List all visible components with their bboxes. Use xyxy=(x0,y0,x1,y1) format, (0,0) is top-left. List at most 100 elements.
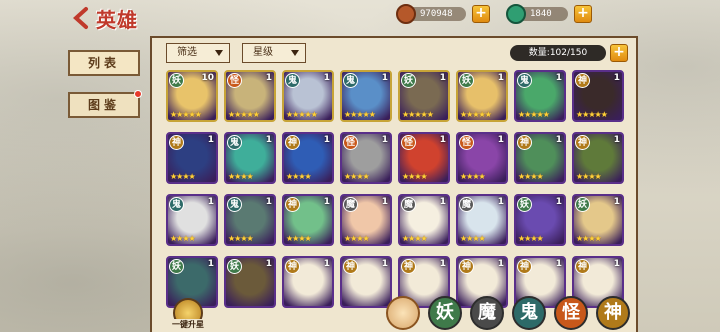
faction-badge: 妖 xyxy=(401,73,416,88)
hero-card[interactable]: 妖1 xyxy=(224,256,276,308)
hero-level: 1 xyxy=(207,135,214,145)
hero-card[interactable]: 魔 1 ★★★★ xyxy=(340,194,392,246)
faction-badge: 怪 xyxy=(227,73,242,88)
hero-level: 1 xyxy=(439,259,446,269)
filter-label: 筛选 xyxy=(177,47,197,58)
hero-level: 1 xyxy=(265,73,272,83)
faction-badge: 怪 xyxy=(459,135,474,150)
hero-level: 1 xyxy=(381,259,388,269)
all-factions-icon[interactable] xyxy=(386,296,420,330)
faction-badge: 神 xyxy=(169,135,184,150)
star-rating: ★★★★★ xyxy=(170,110,202,119)
star-rating: ★★★★ xyxy=(228,234,254,243)
hero-card[interactable]: 神 1 ★★★★ xyxy=(166,132,218,184)
star-rating: ★★★★★ xyxy=(460,110,492,119)
faction-badge: 神 xyxy=(343,259,358,274)
hero-level: 1 xyxy=(555,73,562,83)
hero-level: 1 xyxy=(265,135,272,145)
faction-badge: 怪 xyxy=(343,135,358,150)
hero-card[interactable]: 怪 1 ★★★★ xyxy=(340,132,392,184)
faction-filter-button[interactable]: 神 xyxy=(596,296,630,330)
back-button[interactable] xyxy=(70,6,92,30)
faction-filter-button[interactable]: 鬼 xyxy=(512,296,546,330)
hero-level: 1 xyxy=(207,197,214,207)
hero-card[interactable]: 神 1 ★★★★★ xyxy=(572,70,624,122)
hero-level: 1 xyxy=(439,197,446,207)
add-jade-button[interactable]: + xyxy=(574,5,592,23)
hero-card[interactable]: 鬼 1 ★★★★ xyxy=(224,132,276,184)
hero-card[interactable]: 鬼 1 ★★★★★ xyxy=(340,70,392,122)
star-rating: ★★★★★ xyxy=(344,110,376,119)
upgrade-label: 一键升星 xyxy=(170,319,206,330)
faction-badge: 鬼 xyxy=(227,135,242,150)
hero-card[interactable]: 怪 1 ★★★★ xyxy=(456,132,508,184)
hero-card[interactable]: 鬼 1 ★★★★★ xyxy=(514,70,566,122)
faction-badge: 怪 xyxy=(401,135,416,150)
expand-capacity-button[interactable]: + xyxy=(610,44,628,62)
hero-card[interactable]: 妖 1 ★★★★★ xyxy=(398,70,450,122)
back-arrow-icon xyxy=(73,7,88,29)
hero-card[interactable]: 神1 xyxy=(282,256,334,308)
hero-level: 1 xyxy=(497,197,504,207)
star-rating: ★★★★ xyxy=(402,172,428,181)
hero-level: 1 xyxy=(323,73,330,83)
add-coin-button[interactable]: + xyxy=(472,5,490,23)
star-rating: ★★★★ xyxy=(460,234,486,243)
hero-card[interactable]: 妖 1 ★★★★★ xyxy=(456,70,508,122)
star-rating: ★★★★★ xyxy=(402,110,434,119)
faction-badge: 神 xyxy=(517,259,532,274)
faction-badge: 神 xyxy=(285,135,300,150)
faction-badge: 神 xyxy=(459,259,474,274)
hero-level: 1 xyxy=(497,135,504,145)
hero-level: 1 xyxy=(497,73,504,83)
hero-card[interactable]: 妖 1 ★★★★ xyxy=(572,194,624,246)
faction-badge: 神 xyxy=(575,135,590,150)
hero-level: 1 xyxy=(207,259,214,269)
coin-resource: 970948 + xyxy=(396,4,494,24)
hero-card[interactable]: 怪 1 ★★★★★ xyxy=(224,70,276,122)
hero-card[interactable]: 魔 1 ★★★★ xyxy=(398,194,450,246)
hero-level: 1 xyxy=(381,135,388,145)
faction-badge: 鬼 xyxy=(169,197,184,212)
faction-filter-button[interactable]: 魔 xyxy=(470,296,504,330)
hero-card[interactable]: 神 1 ★★★★ xyxy=(282,194,334,246)
hero-card[interactable]: 神 1 ★★★★ xyxy=(514,132,566,184)
hero-card[interactable]: 鬼 1 ★★★★★ xyxy=(282,70,334,122)
tab-codex[interactable]: 图鉴 xyxy=(68,90,142,118)
star-dropdown[interactable]: 星级 xyxy=(242,43,306,63)
notification-dot xyxy=(134,90,142,98)
hero-card[interactable]: 神 1 ★★★★ xyxy=(282,132,334,184)
hero-level: 1 xyxy=(381,73,388,83)
hero-level: 1 xyxy=(613,135,620,145)
star-rating: ★★★★ xyxy=(344,234,370,243)
faction-badge: 妖 xyxy=(169,73,184,88)
hero-card[interactable]: 怪 1 ★★★★ xyxy=(398,132,450,184)
star-rating: ★★★★ xyxy=(518,172,544,181)
star-rating: ★★★★★ xyxy=(576,110,608,119)
hero-card[interactable]: 神1 xyxy=(340,256,392,308)
star-rating: ★★★★★ xyxy=(228,110,260,119)
hero-level: 1 xyxy=(497,259,504,269)
faction-badge: 神 xyxy=(517,135,532,150)
hero-grid: 妖 10 ★★★★★ 怪 1 ★★★★★ 鬼 1 ★★★★★ 鬼 1 ★★★★★ 妖 1 ★★★★★ 妖 1 ★★… xyxy=(166,70,624,308)
hero-card[interactable]: 妖 1 ★★★★ xyxy=(514,194,566,246)
faction-filter-button[interactable]: 怪 xyxy=(554,296,588,330)
faction-badge: 神 xyxy=(285,197,300,212)
faction-badge: 鬼 xyxy=(343,73,358,88)
hero-card[interactable]: 妖 10 ★★★★★ xyxy=(166,70,218,122)
hero-card[interactable]: 鬼 1 ★★★★ xyxy=(224,194,276,246)
faction-badge: 鬼 xyxy=(227,197,242,212)
faction-filter-button[interactable]: 妖 xyxy=(428,296,462,330)
jade-resource: 1840 + xyxy=(506,4,596,24)
hero-level: 10 xyxy=(201,73,214,83)
faction-badge: 神 xyxy=(575,73,590,88)
faction-badge: 妖 xyxy=(517,197,532,212)
hero-level: 1 xyxy=(323,197,330,207)
star-rating: ★★★★ xyxy=(286,172,312,181)
filter-dropdown[interactable]: 筛选 xyxy=(166,43,230,63)
tab-list[interactable]: 列表 xyxy=(68,50,140,76)
hero-card[interactable]: 鬼 1 ★★★★ xyxy=(166,194,218,246)
faction-badge: 魔 xyxy=(401,197,416,212)
hero-card[interactable]: 神 1 ★★★★ xyxy=(572,132,624,184)
hero-card[interactable]: 魔 1 ★★★★ xyxy=(456,194,508,246)
